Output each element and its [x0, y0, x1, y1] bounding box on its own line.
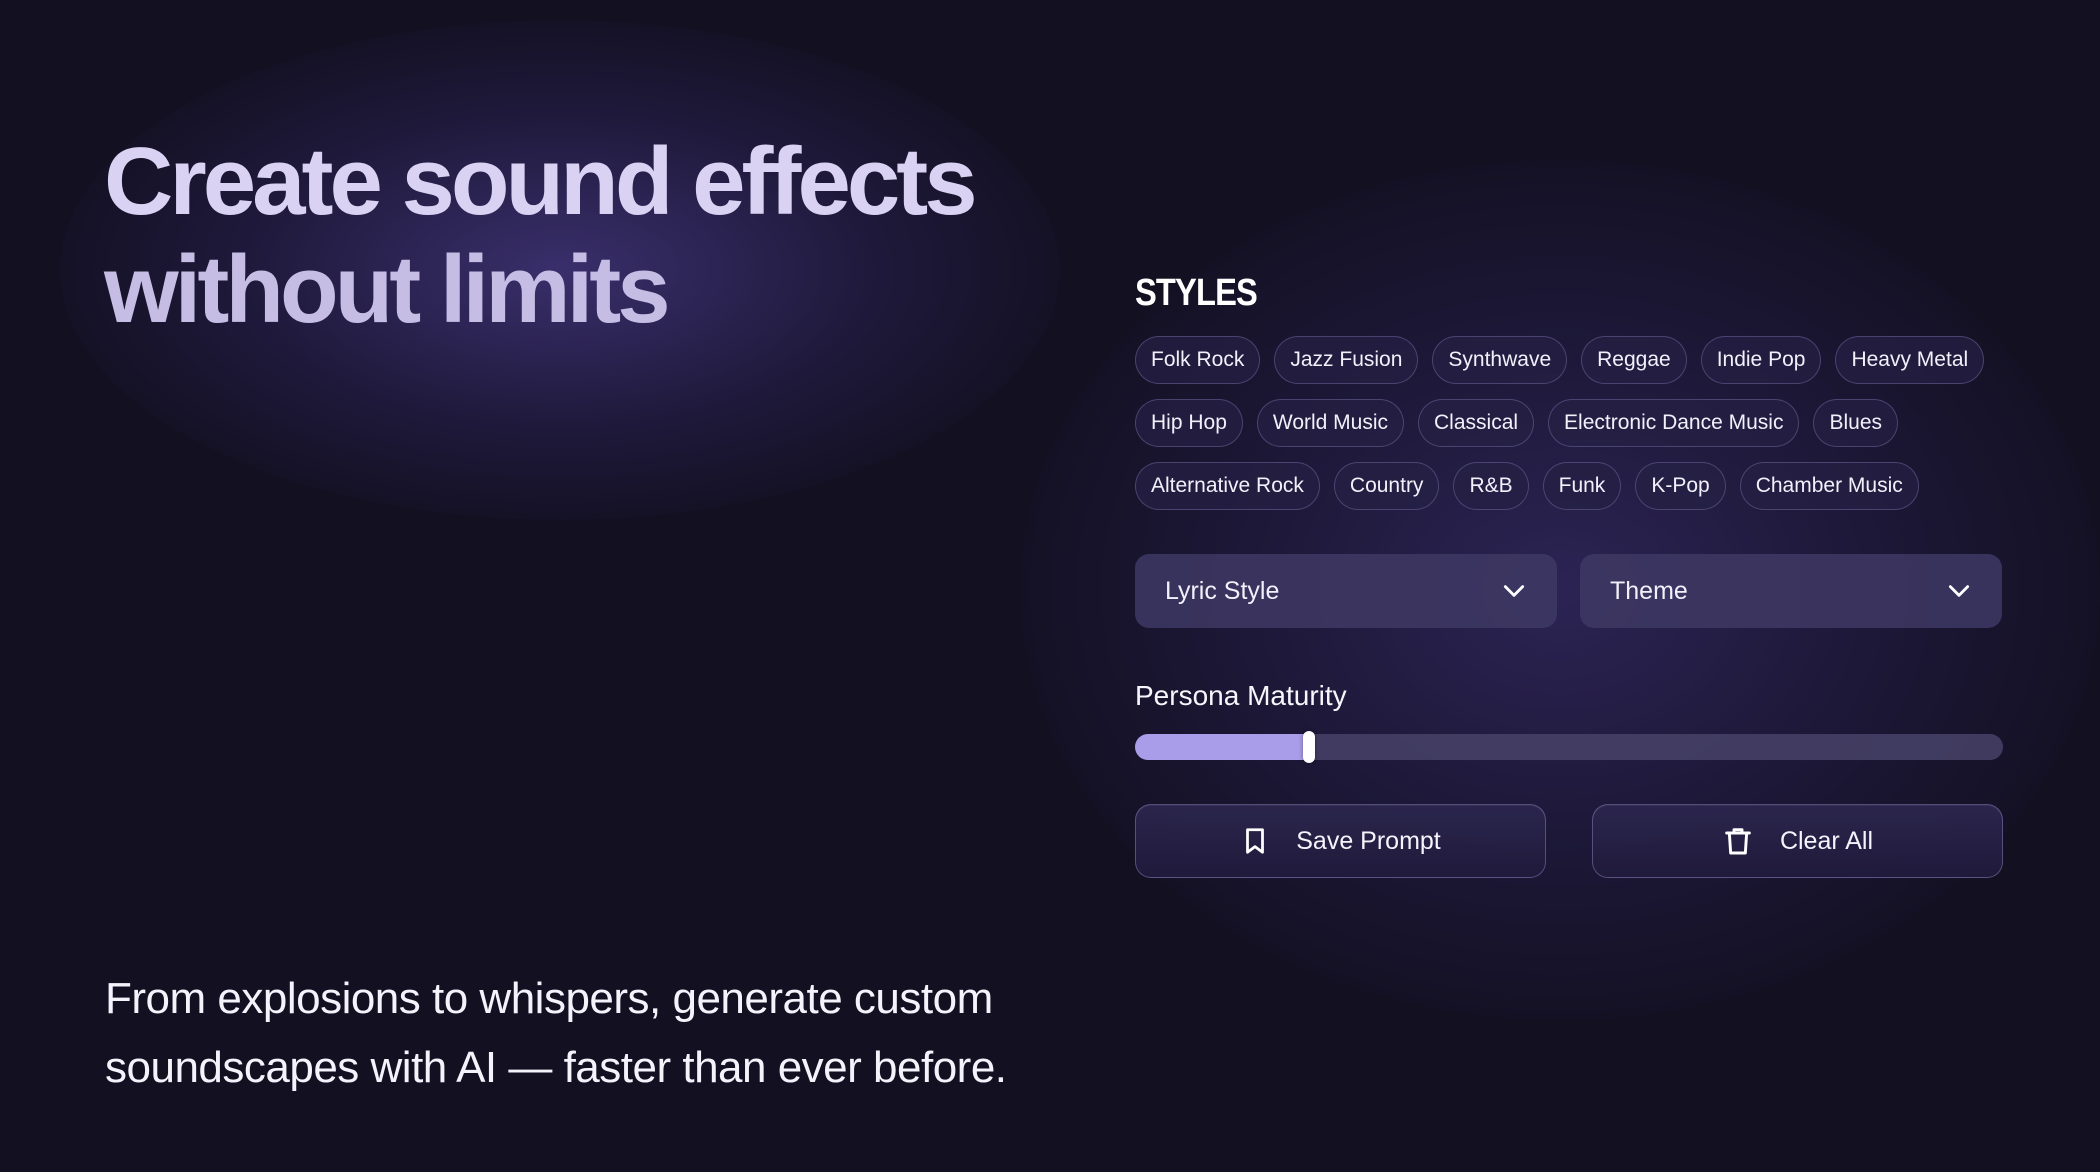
bookmark-icon	[1246, 828, 1265, 854]
style-chip-funk[interactable]: Funk	[1542, 462, 1622, 510]
style-chip-jazz-fusion[interactable]: Jazz Fusion	[1274, 336, 1419, 384]
clear-all-button[interactable]: Clear All	[1592, 804, 2003, 878]
style-chip-row-1: Folk Rock Jazz Fusion Synthwave Reggae I…	[1135, 336, 2003, 384]
style-chip-electronic-dance-music[interactable]: Electronic Dance Music	[1548, 399, 1800, 447]
hero-title-line-1: Create sound effects	[104, 128, 978, 235]
trash-icon	[1725, 828, 1751, 855]
style-chip-reggae[interactable]: Reggae	[1581, 336, 1687, 384]
hero-title: Create sound effects without limits	[104, 128, 1064, 344]
dropdown-row: Lyric Style Theme	[1135, 554, 2003, 628]
prompt-settings-panel: STYLES Folk Rock Jazz Fusion Synthwave R…	[1135, 268, 2003, 878]
persona-maturity-slider[interactable]	[1135, 731, 2003, 763]
action-buttons: Save Prompt Clear All	[1135, 804, 2003, 878]
style-chip-blues[interactable]: Blues	[1813, 399, 1898, 447]
hero-subtitle-line-1: From explosions to whispers, generate cu…	[105, 974, 993, 1023]
style-chip-k-pop[interactable]: K-Pop	[1635, 462, 1726, 510]
slider-thumb[interactable]	[1302, 731, 1315, 763]
lyric-style-dropdown[interactable]: Lyric Style	[1135, 554, 1557, 628]
styles-heading: STYLES	[1135, 272, 1258, 314]
style-chip-folk-rock[interactable]: Folk Rock	[1135, 336, 1261, 384]
style-chip-world-music[interactable]: World Music	[1256, 399, 1405, 447]
save-prompt-label: Save Prompt	[1296, 826, 1441, 855]
slider-fill	[1135, 734, 1309, 760]
hero-subtitle-line-2: soundscapes with AI — faster than ever b…	[105, 1043, 1007, 1092]
style-chip-hip-hop[interactable]: Hip Hop	[1135, 399, 1243, 447]
style-chip-synthwave[interactable]: Synthwave	[1432, 336, 1568, 384]
style-chip-heavy-metal[interactable]: Heavy Metal	[1835, 336, 1985, 384]
theme-label: Theme	[1610, 576, 1688, 605]
style-chip-chamber-music[interactable]: Chamber Music	[1739, 462, 1919, 510]
hero-title-line-2: without limits	[104, 236, 671, 343]
chevron-down-icon	[1503, 585, 1525, 597]
persona-maturity-label: Persona Maturity	[1135, 680, 1347, 711]
style-chip-list: Folk Rock Jazz Fusion Synthwave Reggae I…	[1135, 336, 2003, 510]
style-chip-classical[interactable]: Classical	[1418, 399, 1535, 447]
clear-all-label: Clear All	[1779, 826, 1874, 855]
chevron-down-icon	[1948, 585, 1970, 597]
theme-dropdown[interactable]: Theme	[1580, 554, 2002, 628]
style-chip-row-3: Alternative Rock Country R&B Funk K-Pop …	[1135, 462, 2003, 510]
lyric-style-label: Lyric Style	[1165, 576, 1280, 605]
style-chip-row-2: Hip Hop World Music Classical Electronic…	[1135, 399, 2003, 447]
style-chip-indie-pop[interactable]: Indie Pop	[1700, 336, 1822, 384]
hero-subtitle: From explosions to whispers, generate cu…	[105, 964, 1065, 1102]
style-chip-rnb[interactable]: R&B	[1453, 462, 1529, 510]
save-prompt-button[interactable]: Save Prompt	[1135, 804, 1546, 878]
style-chip-alternative-rock[interactable]: Alternative Rock	[1135, 462, 1320, 510]
style-chip-country[interactable]: Country	[1333, 462, 1440, 510]
